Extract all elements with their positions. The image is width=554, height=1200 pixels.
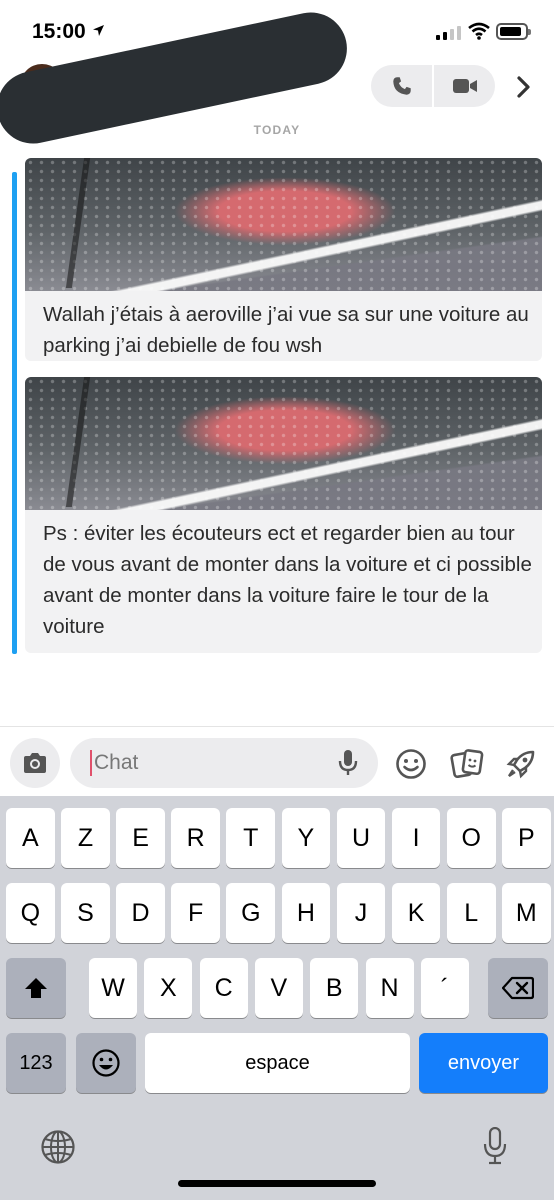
key-letter[interactable]: N: [365, 958, 414, 1018]
message-thread: Wallah j’étais à aeroville j’ai vue sa s…: [12, 150, 542, 654]
key-letter[interactable]: H: [281, 883, 331, 943]
shift-key[interactable]: [6, 958, 66, 1018]
day-separator: TODAY: [253, 123, 301, 137]
key-letter[interactable]: R: [171, 808, 221, 868]
key-letter[interactable]: T: [226, 808, 276, 868]
key-letter[interactable]: ´: [420, 958, 469, 1018]
key-letter[interactable]: I: [391, 808, 441, 868]
key-letter[interactable]: P: [501, 808, 551, 868]
rocket-icon: [506, 750, 535, 779]
key-letter[interactable]: E: [116, 808, 165, 868]
globe-icon[interactable]: [40, 1129, 76, 1165]
key-letter[interactable]: K: [391, 883, 441, 943]
keyboard: AZERTYUIOP QSDFGHJKLM W X C V B N ´ 123 espace…: [0, 796, 554, 1200]
message-text: Ps : éviter les écouteurs ect et regarde…: [43, 522, 532, 638]
camera-button[interactable]: [10, 738, 60, 788]
send-key[interactable]: envoyer: [419, 1033, 548, 1093]
call-buttons: [371, 65, 495, 107]
sender-color-bar: [12, 172, 17, 654]
message-bubble[interactable]: Ps : éviter les écouteurs ect et regarde…: [25, 377, 542, 653]
key-letter[interactable]: S: [61, 883, 110, 943]
dictation-icon[interactable]: [483, 1127, 507, 1165]
key-letter[interactable]: M: [501, 883, 551, 943]
text-caret: [90, 750, 92, 776]
key-letter[interactable]: X: [144, 958, 193, 1018]
status-time: 15:00: [32, 20, 86, 43]
message-bubble[interactable]: Wallah j’étais à aeroville j’ai vue sa s…: [25, 158, 542, 361]
key-letter[interactable]: A: [6, 808, 55, 868]
key-letter[interactable]: V: [254, 958, 303, 1018]
key-letter[interactable]: G: [226, 883, 276, 943]
phone-icon: [392, 77, 411, 95]
key-letter[interactable]: L: [446, 883, 496, 943]
shift-icon: [25, 978, 47, 998]
smiley-icon: [396, 749, 426, 779]
emoji-icon: [92, 1049, 120, 1077]
location-arrow-icon: [93, 25, 104, 36]
camera-icon: [24, 753, 46, 773]
key-letter[interactable]: D: [116, 883, 165, 943]
key-letter[interactable]: Q: [6, 883, 55, 943]
message-text: Wallah j’étais à aeroville j’ai vue sa s…: [43, 303, 529, 357]
chat-header: M: [0, 5, 554, 151]
key-letter[interactable]: W: [89, 958, 137, 1018]
key-letter[interactable]: F: [171, 883, 221, 943]
key-letter[interactable]: O: [446, 808, 496, 868]
microphone-icon[interactable]: [338, 749, 358, 777]
chat-placeholder: Chat: [94, 751, 139, 774]
stickers-button[interactable]: [450, 747, 484, 781]
key-letter[interactable]: Y: [281, 808, 331, 868]
video-call-button[interactable]: [432, 65, 495, 107]
battery-icon: [496, 23, 531, 40]
home-indicator[interactable]: [178, 1180, 376, 1187]
voice-call-button[interactable]: [371, 65, 432, 107]
key-letter[interactable]: B: [310, 958, 359, 1018]
signal-icon: [436, 25, 461, 40]
emoji-button[interactable]: [394, 747, 428, 781]
key-letter[interactable]: U: [336, 808, 386, 868]
key-letter[interactable]: J: [336, 883, 386, 943]
numbers-key[interactable]: 123: [6, 1033, 66, 1093]
delete-icon: [502, 976, 534, 1000]
stickers-icon: [450, 749, 484, 779]
video-icon: [452, 79, 477, 93]
chat-compose-bar: Chat: [0, 726, 554, 796]
chevron-right-icon[interactable]: [508, 72, 538, 102]
message-photo[interactable]: [25, 158, 542, 291]
message-photo[interactable]: [25, 377, 542, 510]
wifi-icon: [468, 22, 490, 40]
chat-input[interactable]: Chat: [70, 738, 378, 788]
space-key[interactable]: espace: [145, 1033, 410, 1093]
key-letter[interactable]: C: [199, 958, 248, 1018]
key-letter[interactable]: Z: [61, 808, 110, 868]
games-button[interactable]: [504, 747, 538, 781]
delete-key[interactable]: [488, 958, 548, 1018]
emoji-key[interactable]: [76, 1033, 136, 1093]
